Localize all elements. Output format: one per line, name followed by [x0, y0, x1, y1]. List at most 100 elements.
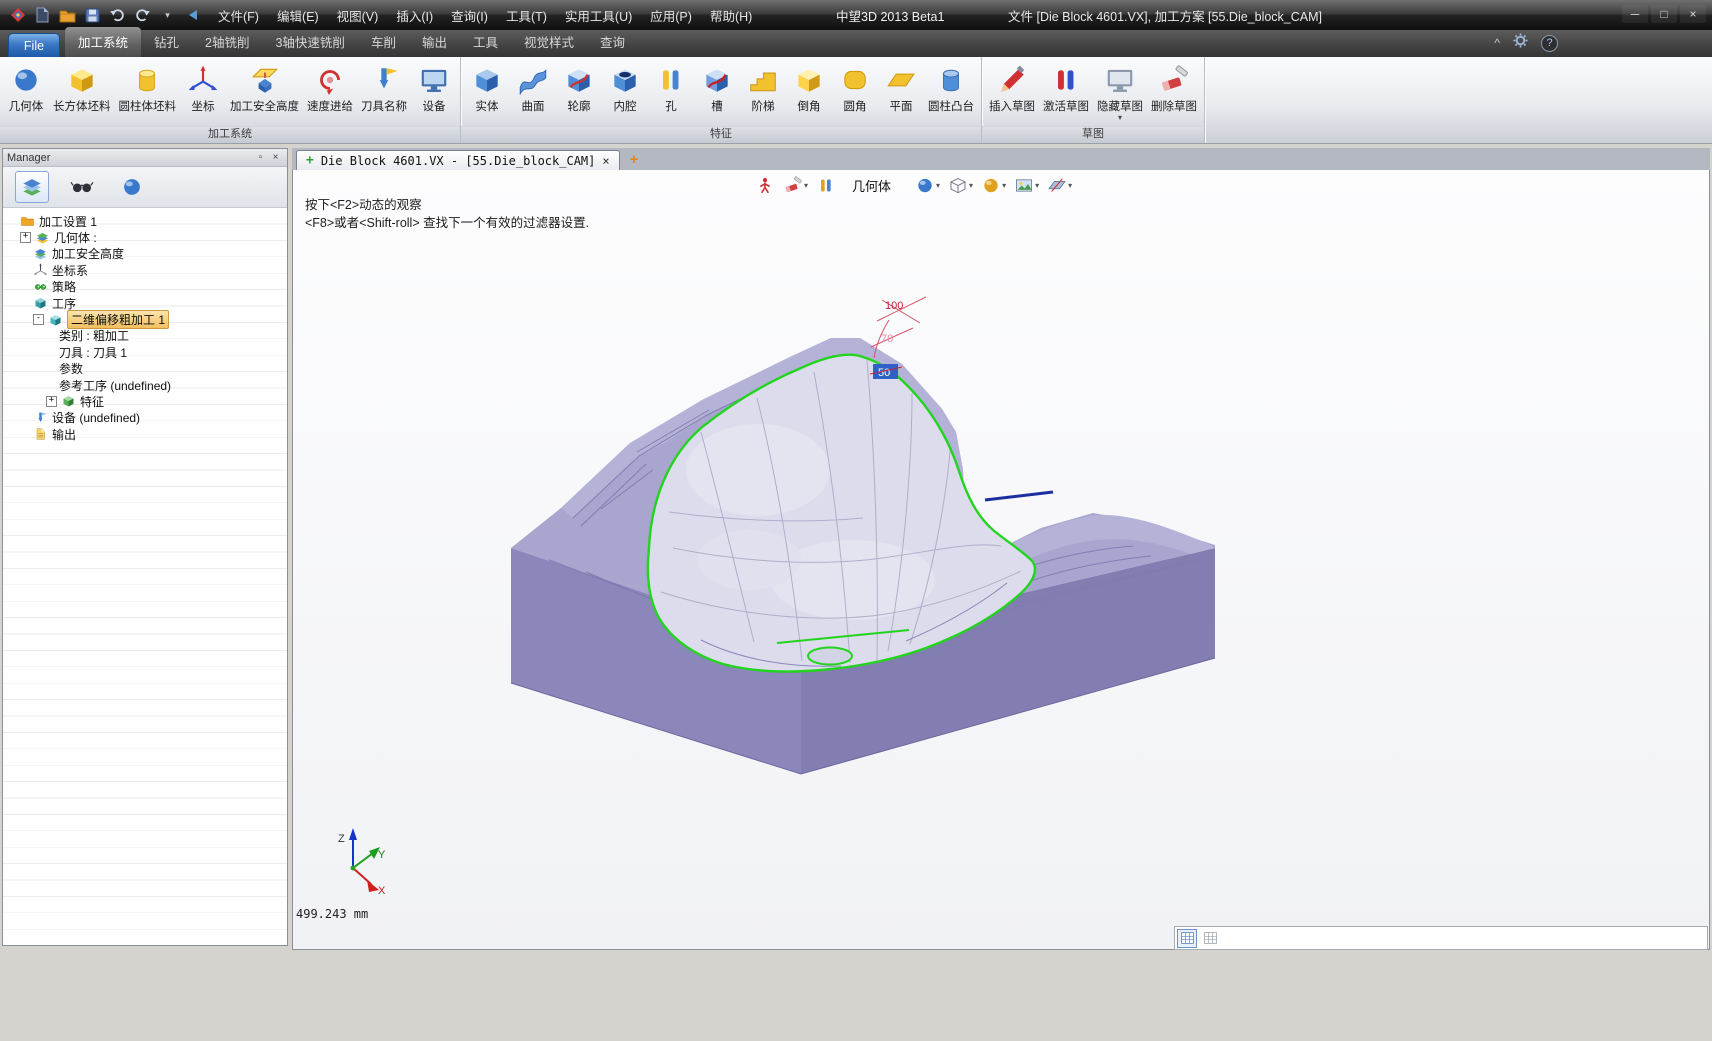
tree-item-13[interactable]: 设备 (undefined): [3, 410, 287, 426]
ribbon-button-1-6[interactable]: 速度进给: [303, 60, 357, 114]
minimize-button[interactable]: ─: [1622, 5, 1648, 23]
tree-item-2[interactable]: +几何体 :: [3, 229, 287, 245]
dropdown-arrow-icon[interactable]: ▾: [969, 181, 973, 190]
ribbon-button-2-7[interactable]: 阶梯: [740, 60, 786, 114]
tree-item-12[interactable]: +特征: [3, 393, 287, 409]
dropdown-arrow-icon[interactable]: ▾: [1002, 181, 1006, 190]
menu-item-8[interactable]: 应用(P): [642, 3, 700, 28]
pick-filter-icon[interactable]: [755, 176, 775, 195]
ribbon-button-2-5[interactable]: 孔: [648, 60, 694, 114]
ribbon-button-2-9[interactable]: 圆角: [832, 60, 878, 114]
tree-item-6[interactable]: 工序: [3, 295, 287, 311]
menu-item-1[interactable]: 文件(F): [210, 3, 267, 28]
tree-item-9[interactable]: 刀具 : 刀具 1: [3, 344, 287, 360]
settings-gear-icon[interactable]: [1513, 33, 1528, 53]
manager-close-icon[interactable]: ×: [268, 151, 283, 164]
ribbon-button-2-10[interactable]: 平面: [878, 60, 924, 114]
tree-expander-icon[interactable]: +: [46, 396, 57, 407]
ribbon-tab-7[interactable]: 工具: [460, 27, 511, 57]
pick-filter-dropdown[interactable]: 几何体: [852, 176, 891, 195]
ribbon-button-1-7[interactable]: 刀具名称: [357, 60, 411, 114]
ribbon-button-1-4[interactable]: 坐标: [180, 60, 226, 114]
back-icon[interactable]: [183, 6, 202, 25]
shaded-mode-icon[interactable]: ▾: [981, 176, 1006, 195]
display-manager-icon[interactable]: [115, 171, 149, 203]
ribbon-button-1-3[interactable]: 圆柱体坯料: [115, 60, 181, 114]
ribbon-tab-8[interactable]: 视觉样式: [511, 27, 587, 57]
ribbon-tab-3[interactable]: 2轴铣削: [192, 27, 262, 57]
background-image-icon[interactable]: ▾: [1014, 176, 1039, 195]
menu-item-5[interactable]: 查询(I): [443, 3, 496, 28]
ribbon-tab-2[interactable]: 钻孔: [141, 27, 192, 57]
grid-view-icon[interactable]: [1177, 929, 1197, 948]
menu-item-9[interactable]: 帮助(H): [702, 3, 760, 28]
ribbon-tab-1[interactable]: 加工系统: [65, 27, 141, 57]
ribbon-button-2-6[interactable]: 槽: [694, 60, 740, 114]
manager-tab-icon[interactable]: [15, 171, 49, 203]
document-tab[interactable]: + Die Block 4601.VX - [55.Die_block_CAM]…: [296, 150, 620, 170]
ribbon-button-1-1[interactable]: 几何体: [3, 60, 49, 114]
close-button[interactable]: ×: [1680, 5, 1706, 23]
color-manager-icon[interactable]: [816, 176, 836, 195]
tree-expander-icon[interactable]: +: [20, 232, 31, 243]
ribbon-button-1-8[interactable]: 设备: [411, 60, 457, 114]
ribbon-tab-6[interactable]: 输出: [409, 27, 460, 57]
ribbon-button-3-1[interactable]: 插入草图: [985, 60, 1039, 114]
viewport-3d-model[interactable]: 100 70 50 Z Y X: [293, 170, 1709, 948]
ribbon-collapse-icon[interactable]: ^: [1494, 36, 1500, 50]
tree-item-14[interactable]: 输出: [3, 426, 287, 442]
new-view-plus-icon[interactable]: +: [630, 151, 639, 168]
ribbon-tab-5[interactable]: 车削: [358, 27, 409, 57]
open-file-icon[interactable]: [58, 6, 77, 25]
ribbon-tab-9[interactable]: 查询: [587, 27, 638, 57]
dropdown-arrow-icon[interactable]: ▾: [1035, 181, 1039, 190]
view-orientation-icon[interactable]: ▾: [915, 176, 940, 195]
save-file-icon[interactable]: [83, 6, 102, 25]
tree-item-5[interactable]: 策略: [3, 279, 287, 295]
menu-item-3[interactable]: 视图(V): [329, 3, 387, 28]
tree-item-1[interactable]: 加工设置 1: [3, 213, 287, 229]
ribbon-button-1-2[interactable]: 长方体坯料: [49, 60, 115, 114]
manager-float-icon[interactable]: ▫: [253, 151, 268, 164]
menu-item-4[interactable]: 插入(I): [388, 3, 441, 28]
qat-dropdown-icon[interactable]: ▾: [158, 6, 177, 25]
help-icon[interactable]: ?: [1541, 35, 1558, 52]
dropdown-arrow-icon[interactable]: ▾: [936, 181, 940, 190]
tree-expander-icon[interactable]: -: [33, 314, 44, 325]
ribbon-button-3-3[interactable]: 隐藏草图 ▾: [1093, 60, 1147, 121]
tree-item-7[interactable]: -二维偏移粗加工 1: [3, 311, 287, 327]
ribbon-button-3-4[interactable]: 删除草图: [1147, 60, 1201, 114]
undo-icon[interactable]: [108, 6, 127, 25]
dropdown-arrow-icon[interactable]: ▾: [1068, 181, 1072, 190]
tree-item-3[interactable]: 加工安全高度: [3, 246, 287, 262]
ribbon-button-2-1[interactable]: 实体: [464, 60, 510, 114]
ribbon-button-2-3[interactable]: 轮廓: [556, 60, 602, 114]
new-file-icon[interactable]: [33, 6, 52, 25]
tree-item-11[interactable]: 参考工序 (undefined): [3, 377, 287, 393]
tab-close-icon[interactable]: ×: [602, 154, 609, 168]
menu-item-2[interactable]: 编辑(E): [269, 3, 327, 28]
tree-item-8[interactable]: 类别 : 粗加工: [3, 328, 287, 344]
list-view-icon[interactable]: [1200, 929, 1220, 948]
file-menu-button[interactable]: File: [8, 33, 60, 57]
ribbon-button-2-4[interactable]: 内腔: [602, 60, 648, 114]
dropdown-arrow-icon[interactable]: ▾: [804, 181, 808, 190]
section-view-icon[interactable]: ▾: [1047, 176, 1072, 195]
maximize-button[interactable]: □: [1651, 5, 1677, 23]
erase-highlight-icon[interactable]: ▾: [783, 176, 808, 195]
menu-item-7[interactable]: 实用工具(U): [557, 3, 640, 28]
redo-icon[interactable]: [133, 6, 152, 25]
bottom-scrollbar-strip[interactable]: [1174, 926, 1708, 950]
dropdown-arrow-icon[interactable]: ▾: [1118, 114, 1122, 121]
ribbon-button-2-2[interactable]: 曲面: [510, 60, 556, 114]
glasses-visibility-icon[interactable]: [65, 171, 99, 203]
tree-item-10[interactable]: 参数: [3, 361, 287, 377]
menu-item-6[interactable]: 工具(T): [498, 3, 555, 28]
ribbon-button-2-8[interactable]: 倒角: [786, 60, 832, 114]
ribbon-button-2-11[interactable]: 圆柱凸台: [924, 60, 978, 114]
ribbon-button-3-2[interactable]: 激活草图: [1039, 60, 1093, 114]
ribbon-button-1-5[interactable]: 加工安全高度: [226, 60, 303, 114]
ribbon-tab-4[interactable]: 3轴快速铣削: [262, 27, 357, 57]
wireframe-mode-icon[interactable]: ▾: [948, 176, 973, 195]
tree-item-4[interactable]: 坐标系: [3, 262, 287, 278]
